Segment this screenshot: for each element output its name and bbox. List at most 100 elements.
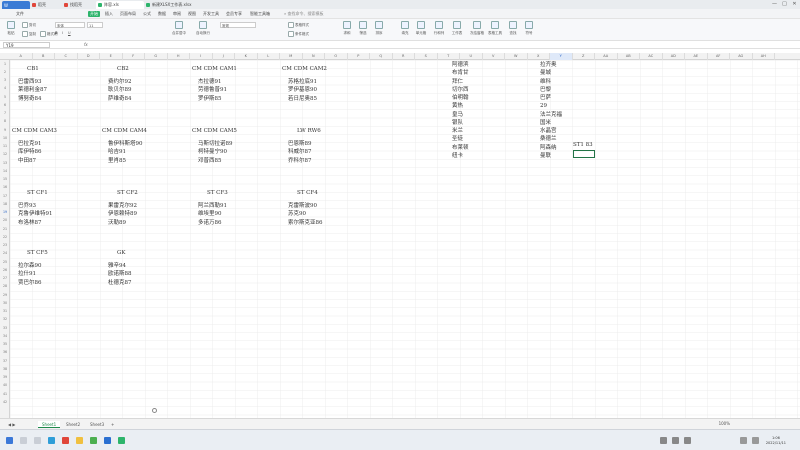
- column-header-y[interactable]: Y: [550, 53, 573, 60]
- row-header-39[interactable]: 39: [0, 375, 10, 379]
- row-header-40[interactable]: 40: [0, 383, 10, 387]
- team-cell[interactable]: 阿德滨: [452, 62, 469, 69]
- player-cell[interactable]: 劳德鲁普91: [198, 87, 227, 94]
- team-cell[interactable]: 曼城: [540, 70, 551, 77]
- column-header-j[interactable]: J: [213, 53, 235, 60]
- player-cell[interactable]: 雅辛94: [108, 263, 126, 270]
- row-header-3[interactable]: 3: [0, 78, 10, 82]
- row-header-37[interactable]: 37: [0, 359, 10, 363]
- row-header-7[interactable]: 7: [0, 111, 10, 115]
- column-header-g[interactable]: G: [145, 53, 168, 60]
- formula-input[interactable]: [94, 42, 794, 48]
- table-tools-button[interactable]: 表格工具: [488, 21, 502, 36]
- column-header-ah[interactable]: AH: [753, 53, 775, 60]
- player-cell[interactable]: 苏格拉底91: [288, 79, 317, 86]
- sort-button[interactable]: 排序: [372, 21, 386, 36]
- row-header-34[interactable]: 34: [0, 334, 10, 338]
- player-cell[interactable]: 布洛林87: [18, 220, 42, 227]
- wechat-icon[interactable]: [118, 437, 125, 444]
- wps-app-icon[interactable]: [62, 437, 69, 444]
- player-cell[interactable]: 杜德克87: [108, 280, 132, 287]
- column-header-aa[interactable]: AA: [595, 53, 618, 60]
- player-cell[interactable]: 阿兰西勒91: [198, 203, 227, 210]
- row-header-8[interactable]: 8: [0, 119, 10, 123]
- team-cell[interactable]: 桑德兰: [540, 136, 557, 143]
- group-title[interactable]: ST CF2: [117, 190, 138, 197]
- column-header-d[interactable]: D: [78, 53, 100, 60]
- minimize-button[interactable]: —: [770, 1, 779, 8]
- row-header-9[interactable]: 9: [0, 128, 10, 132]
- column-header-e[interactable]: E: [100, 53, 123, 60]
- fill-button[interactable]: 填充: [398, 21, 412, 36]
- tray-app-icon[interactable]: [660, 437, 667, 444]
- sheet-nav-icon[interactable]: ◀ ▶: [4, 421, 19, 428]
- column-header-o[interactable]: O: [325, 53, 348, 60]
- sheet-tab-1[interactable]: Sheet1: [38, 421, 61, 428]
- menu-formulas[interactable]: 公式: [141, 11, 153, 17]
- player-cell[interactable]: 伊恩赖特89: [108, 211, 137, 218]
- team-cell[interactable]: 圣徒: [452, 136, 463, 143]
- row-header-38[interactable]: 38: [0, 367, 10, 371]
- player-cell[interactable]: 果雷克尔92: [108, 203, 137, 210]
- player-cell[interactable]: 克雷斯波90: [288, 203, 317, 210]
- row-header-11[interactable]: 11: [0, 144, 10, 148]
- team-cell[interactable]: 银队: [452, 120, 463, 127]
- task-view-icon[interactable]: [34, 437, 41, 444]
- row-header-26[interactable]: 26: [0, 268, 10, 272]
- row-header-25[interactable]: 25: [0, 260, 10, 264]
- player-cell[interactable]: 中田87: [18, 158, 36, 165]
- player-cell[interactable]: 巴拉克91: [18, 141, 42, 148]
- player-cell[interactable]: 耿贝尔89: [108, 87, 132, 94]
- team-cell[interactable]: 29: [540, 103, 547, 110]
- player-cell[interactable]: 邓普西85: [198, 158, 222, 165]
- row-header-31[interactable]: 31: [0, 309, 10, 313]
- row-header-42[interactable]: 42: [0, 400, 10, 404]
- column-header-ag[interactable]: AG: [730, 53, 753, 60]
- italic-button[interactable]: I: [62, 31, 63, 35]
- column-header-ab[interactable]: AB: [618, 53, 640, 60]
- player-cell[interactable]: 萨维奇84: [108, 96, 132, 103]
- player-cell[interactable]: 科威尔87: [288, 149, 312, 156]
- team-cell[interactable]: 切尔西: [452, 87, 469, 94]
- add-sheet-button[interactable]: +: [107, 421, 118, 428]
- player-cell[interactable]: 沃勒89: [108, 220, 126, 227]
- fx-icon[interactable]: fx: [84, 42, 88, 47]
- name-box[interactable]: Y19: [3, 42, 50, 48]
- row-header-21[interactable]: 21: [0, 227, 10, 231]
- menu-data[interactable]: 数据: [156, 11, 168, 17]
- merge-button[interactable]: 合并居中: [172, 21, 186, 36]
- column-header-ad[interactable]: AD: [663, 53, 685, 60]
- chrome-icon[interactable]: [90, 437, 97, 444]
- network-icon[interactable]: [740, 437, 747, 444]
- row-header-20[interactable]: 20: [0, 218, 10, 222]
- row-header-41[interactable]: 41: [0, 392, 10, 396]
- tray-app-icon[interactable]: [672, 437, 679, 444]
- player-cell[interactable]: 克鲁伊维特91: [18, 211, 53, 218]
- table-style-button[interactable]: 表格样式: [288, 22, 309, 28]
- group-title[interactable]: ST CF1: [27, 190, 48, 197]
- player-cell[interactable]: 博努奇84: [18, 96, 42, 103]
- spreadsheet-grid[interactable]: CB1 巴雷西93 莱德利金87 博努奇84 CB2 费约尔92 耿贝尔89 萨维奇84 CM …: [10, 60, 800, 418]
- column-header-h[interactable]: H: [168, 53, 190, 60]
- edge-browser-icon[interactable]: [48, 437, 55, 444]
- player-cell[interactable]: 哈吉91: [108, 149, 126, 156]
- symbol-button[interactable]: 符号: [522, 21, 536, 36]
- clock[interactable]: 1:06 2022/11/11: [766, 436, 786, 445]
- font-size-select[interactable]: 11: [87, 22, 103, 28]
- column-header-v[interactable]: V: [483, 53, 505, 60]
- menu-member[interactable]: 会员专享: [224, 11, 244, 17]
- column-header-r[interactable]: R: [393, 53, 415, 60]
- menu-home[interactable]: 开始: [88, 11, 100, 17]
- group-title[interactable]: CM CDM CAM1: [192, 66, 237, 73]
- player-cell[interactable]: 拉尔森90: [18, 263, 42, 270]
- maximize-button[interactable]: □: [780, 1, 789, 8]
- team-cell[interactable]: 国米: [540, 120, 551, 127]
- column-header-a[interactable]: A: [10, 53, 33, 60]
- row-header-5[interactable]: 5: [0, 95, 10, 99]
- player-cell[interactable]: 巴乔93: [18, 203, 36, 210]
- paste-button[interactable]: 粘贴: [4, 21, 18, 36]
- player-cell[interactable]: 贾巴尔86: [18, 280, 42, 287]
- column-header-z[interactable]: Z: [573, 53, 595, 60]
- team-cell[interactable]: 拜仁: [452, 79, 463, 86]
- find-button[interactable]: 查找: [506, 21, 520, 36]
